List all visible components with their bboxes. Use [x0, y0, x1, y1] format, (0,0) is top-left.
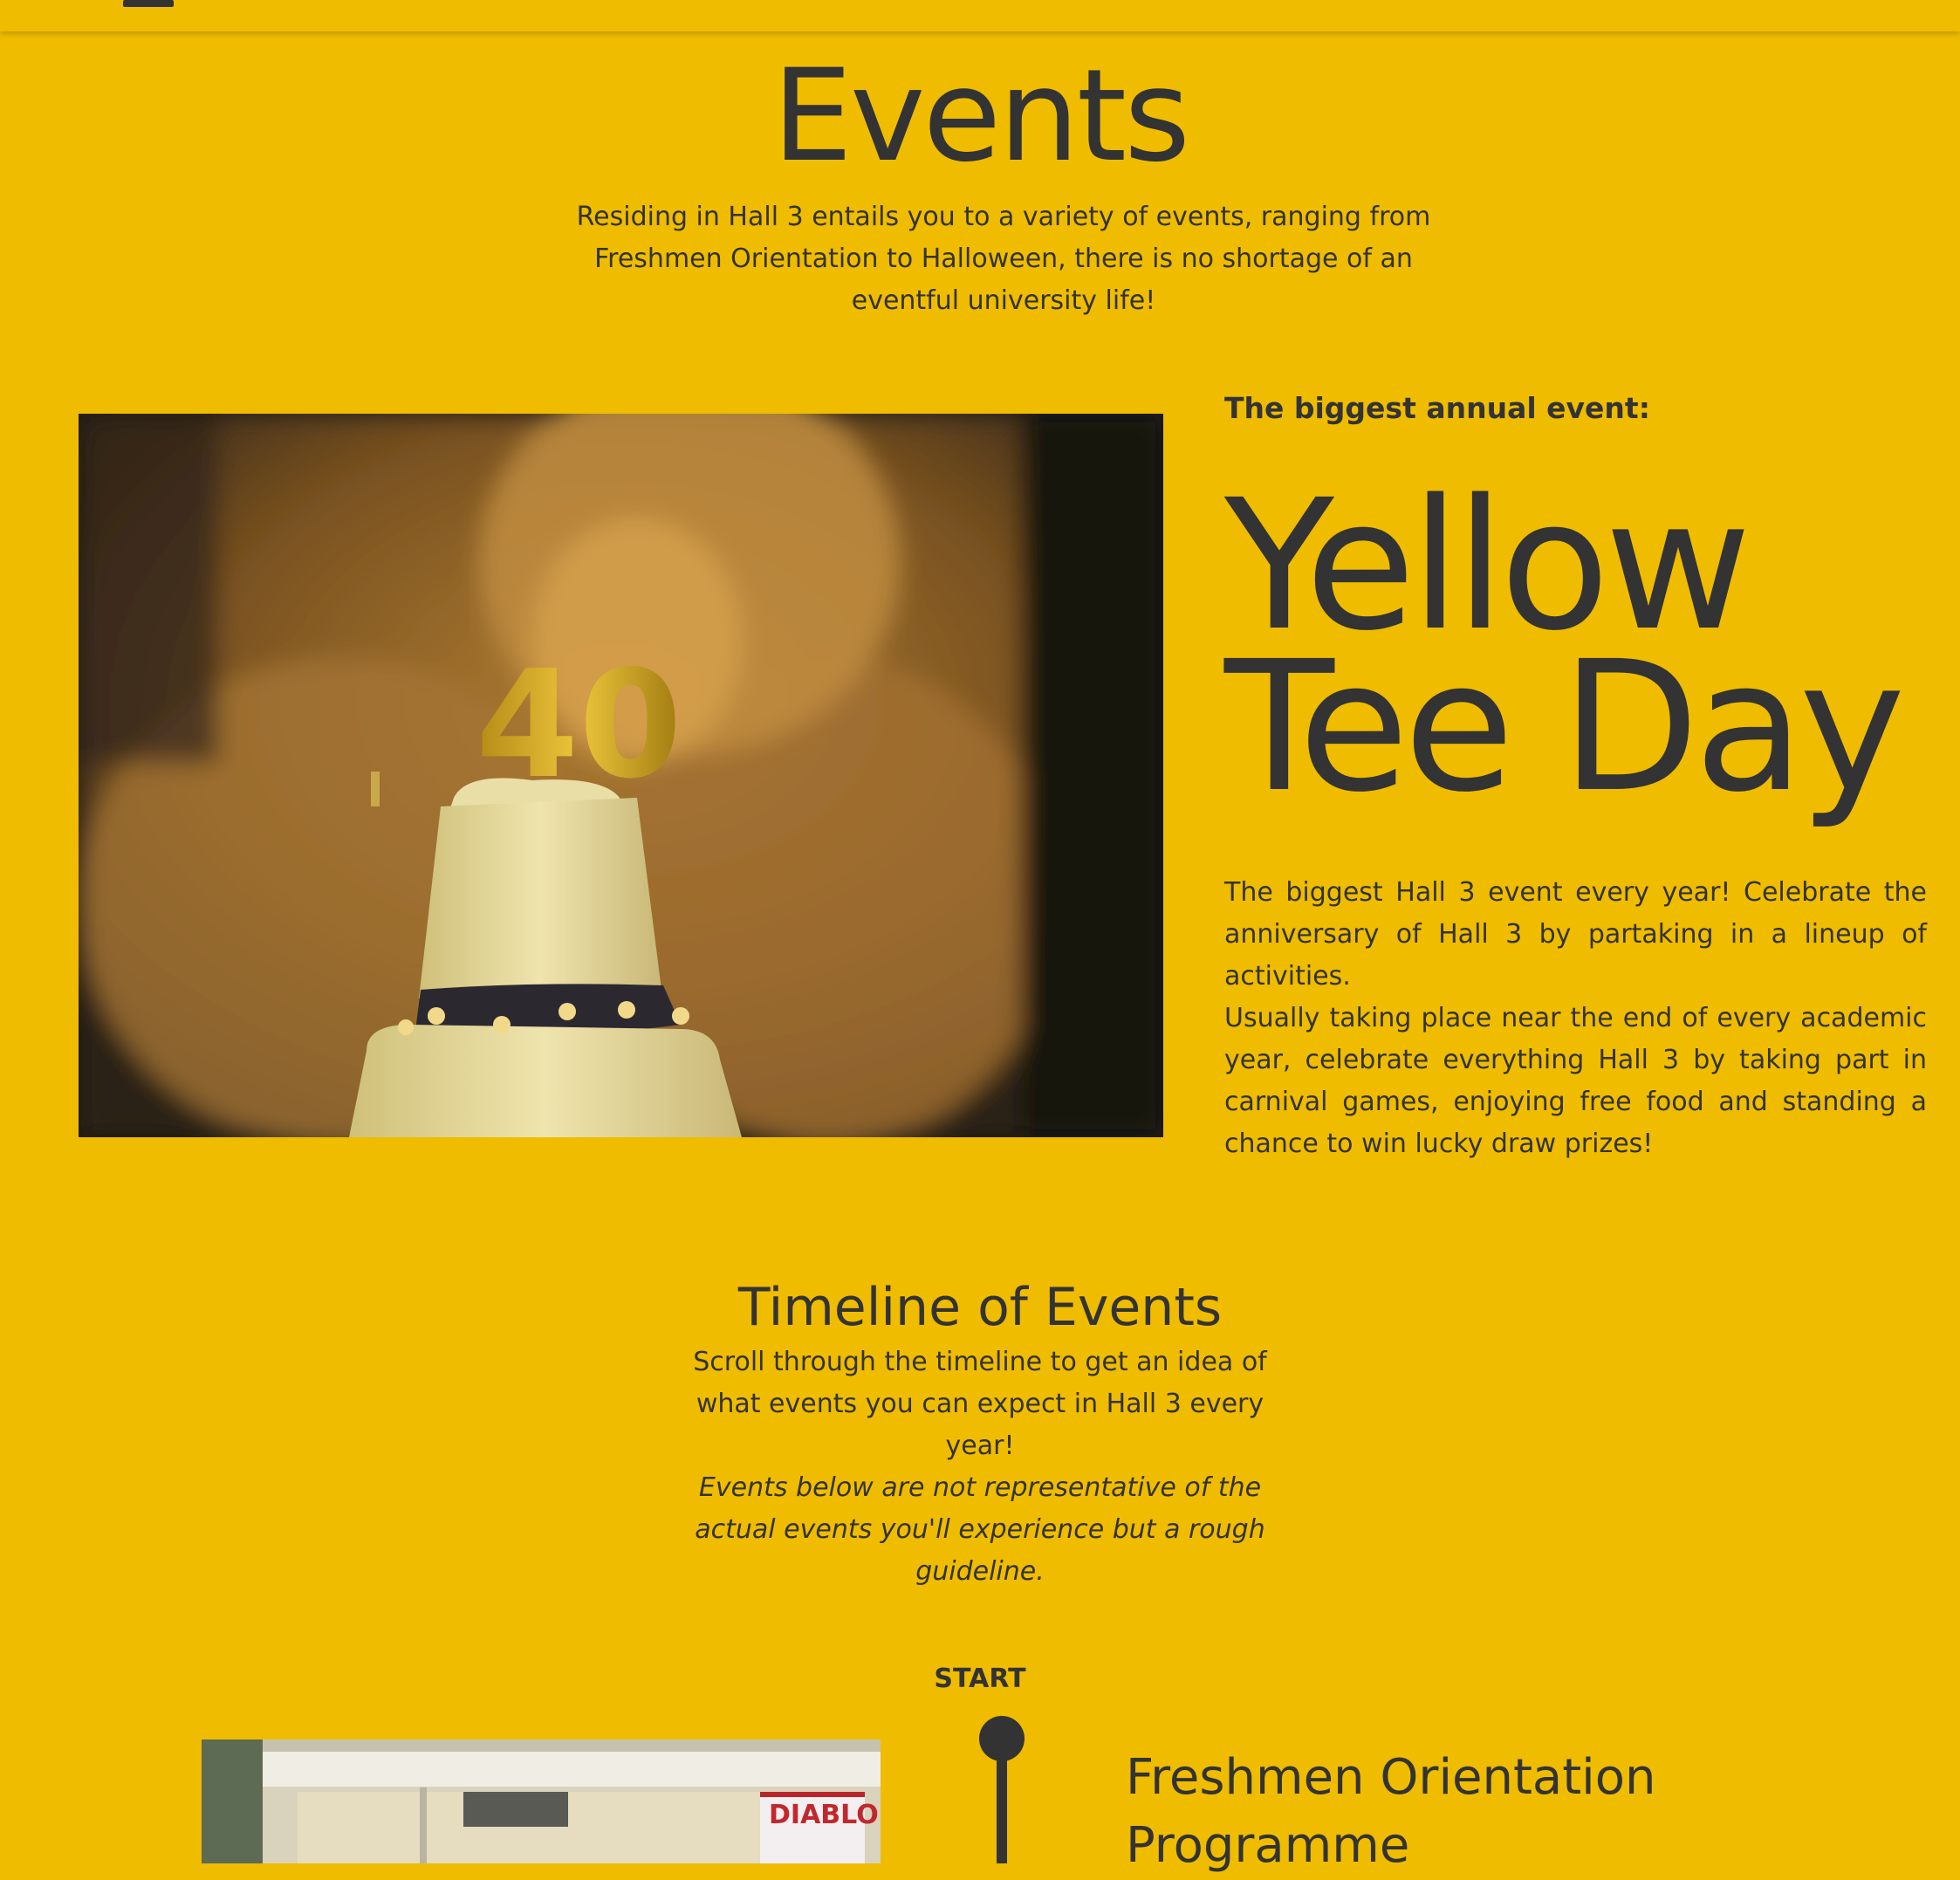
candle-numeral: 40 — [476, 639, 682, 812]
timeline-event-title: Freshmen Orientation Programme — [1126, 1749, 1656, 1874]
page-title: Events — [771, 42, 1190, 190]
timeline-start-label: START — [934, 1664, 1026, 1694]
feature-title: Yellow Tee Day — [1224, 476, 1960, 817]
timeline-subtitle: Scroll through the timeline to get an id… — [693, 1347, 1267, 1461]
timeline-note: Events below are not representative of t… — [695, 1472, 1265, 1587]
yellow-tee-day-image: 40 — [79, 414, 1163, 1137]
feature-kicker: The biggest annual event: — [1224, 391, 1650, 425]
banner-text: DIABLO — [769, 1800, 879, 1830]
menu-icon[interactable] — [123, 0, 174, 7]
timeline-title: Timeline of Events — [737, 1277, 1223, 1338]
top-navbar — [0, 0, 1960, 31]
feature-description-2: Usually taking place near the end of eve… — [1224, 1003, 1927, 1159]
feature-title-line2: Tee Day — [1224, 622, 1906, 832]
freshmen-orientation-image: DIABLO — [202, 1739, 881, 1863]
page-intro: Residing in Hall 3 entails you to a vari… — [576, 202, 1431, 316]
feature-description-1: The biggest Hall 3 event every year! Cel… — [1224, 877, 1927, 991]
timeline-line — [997, 1746, 1007, 1863]
